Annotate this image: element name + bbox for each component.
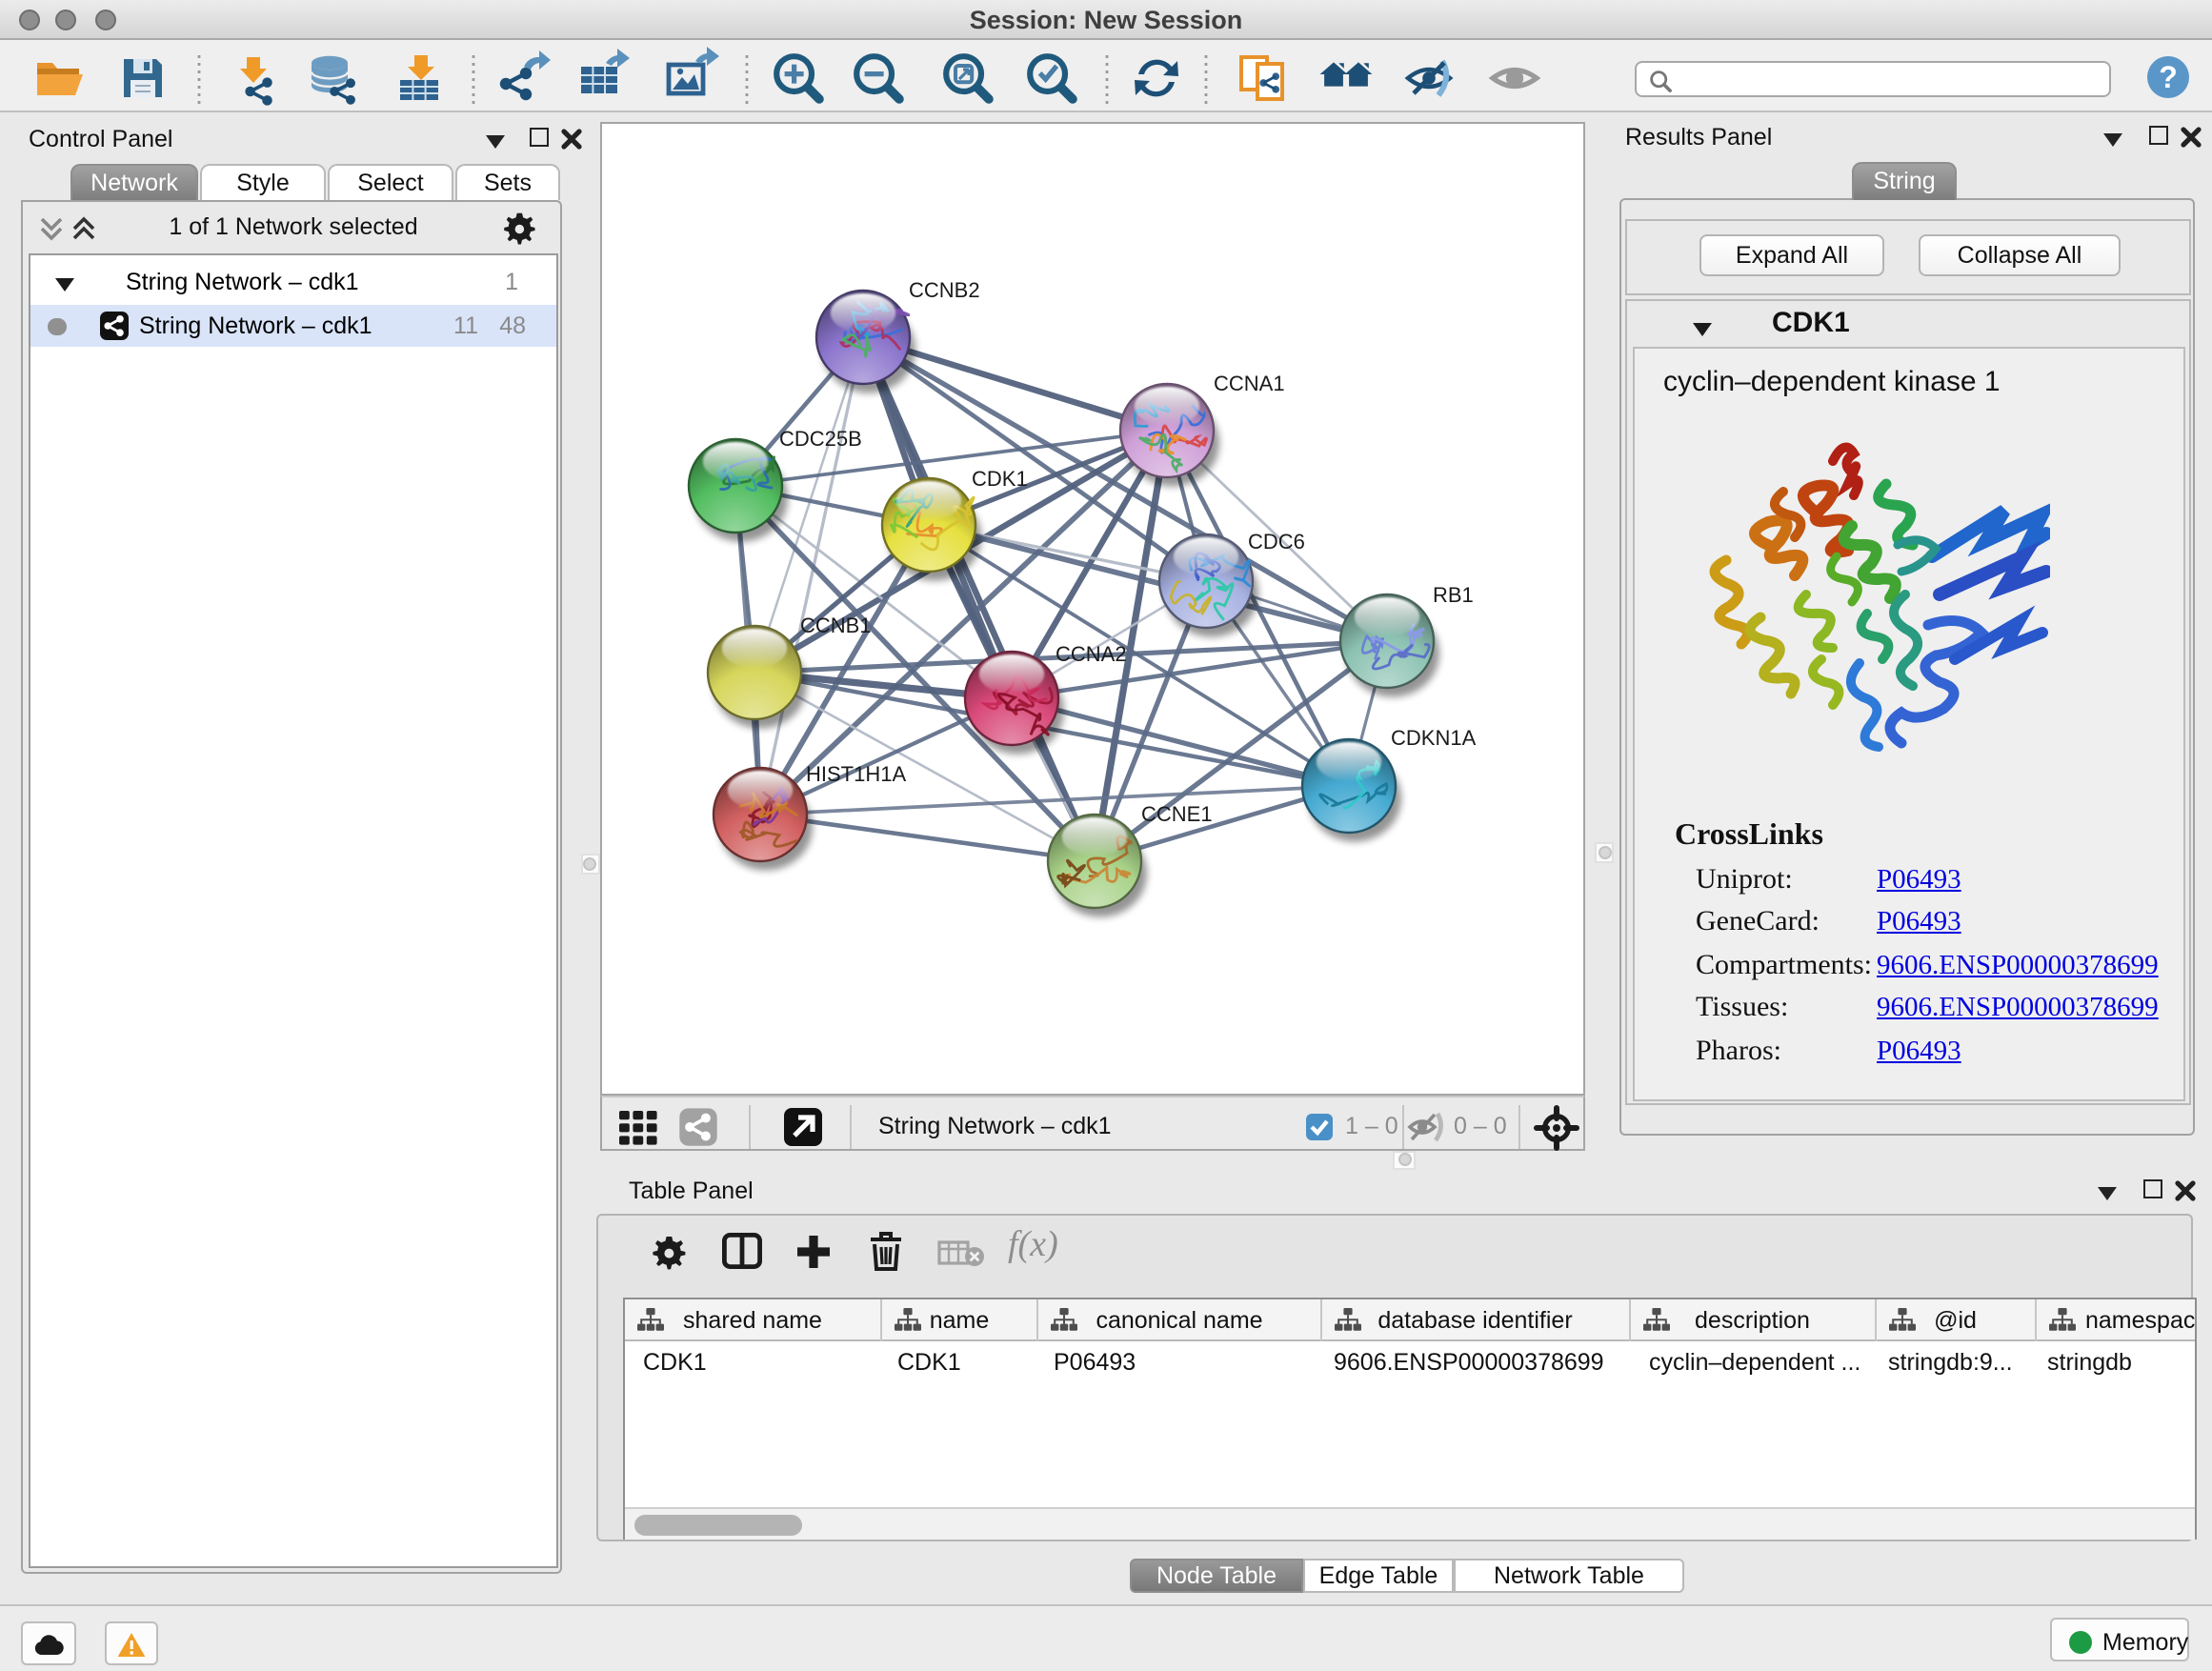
svg-text:CCNA1: CCNA1 [1214, 372, 1285, 395]
svg-text:?: ? [2159, 60, 2178, 94]
svg-text:CDC25B: CDC25B [779, 427, 862, 451]
svg-text:HIST1H1A: HIST1H1A [806, 762, 906, 786]
svg-text:CCNE1: CCNE1 [1141, 802, 1213, 826]
svg-text:CDKN1A: CDKN1A [1391, 726, 1477, 750]
svg-text:CDK1: CDK1 [972, 467, 1028, 491]
svg-text:CDC6: CDC6 [1248, 530, 1305, 554]
svg-text:CCNB2: CCNB2 [909, 278, 980, 302]
svg-text:RB1: RB1 [1433, 583, 1474, 607]
svg-text:CCNB1: CCNB1 [800, 614, 872, 637]
svg-text:CCNA2: CCNA2 [1056, 642, 1127, 666]
